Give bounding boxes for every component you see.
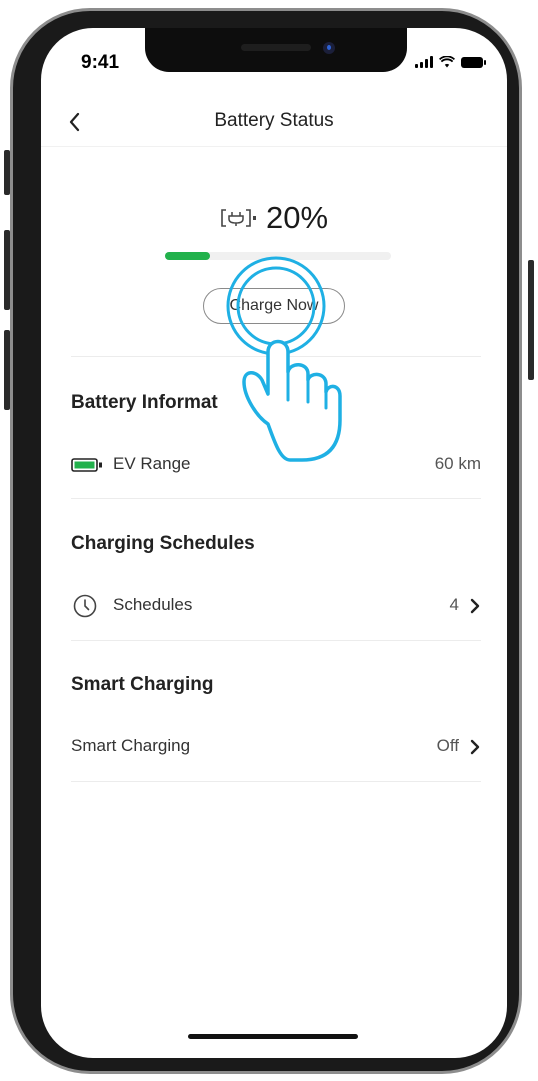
nav-header: Battery Status [41, 102, 507, 147]
phone-volume-down [4, 330, 10, 410]
status-icons [415, 54, 486, 68]
phone-power-button [528, 260, 534, 380]
charging-schedules-heading: Charging Schedules [71, 533, 255, 554]
divider [71, 356, 481, 357]
ev-battery-icon [71, 458, 102, 472]
status-time: 9:41 [81, 52, 120, 73]
home-indicator[interactable] [188, 1034, 358, 1039]
wifi-icon [439, 56, 455, 68]
front-camera [323, 42, 335, 54]
battery-percent: 20% [265, 200, 329, 235]
ev-range-label: EV Range [113, 454, 191, 473]
charge-now-button[interactable]: Charge Now [203, 288, 345, 324]
smart-charging-label: Smart Charging [71, 736, 191, 755]
smart-charging-heading: Smart Charging [71, 674, 214, 695]
schedules-count: 4 [449, 595, 459, 614]
charging-plug-icon [221, 209, 256, 227]
battery-progress-fill [165, 252, 211, 260]
signal-icon [415, 56, 433, 68]
divider [71, 640, 481, 641]
speaker-grille [241, 44, 311, 51]
ev-range-row: EV Range 60 km [71, 444, 481, 484]
status-battery-icon [461, 57, 486, 68]
battery-progress-bar [165, 252, 391, 260]
divider [71, 498, 481, 499]
chevron-right-icon [470, 598, 480, 614]
phone-volume-up [4, 230, 10, 310]
smart-charging-row[interactable]: Smart Charging Off [71, 726, 481, 766]
phone-screen: 9:41 Battery Status 20% Charge Now Batte… [41, 28, 507, 1058]
page-title: Battery Status [214, 110, 334, 131]
divider [71, 781, 481, 782]
phone-silent-switch [4, 150, 10, 195]
chevron-right-icon [470, 739, 480, 755]
smart-charging-value: Off [436, 736, 459, 755]
schedules-label: Schedules [113, 595, 193, 614]
notch [145, 28, 407, 72]
ev-range-value: 60 km [434, 454, 481, 473]
schedules-row[interactable]: Schedules 4 [71, 585, 481, 625]
battery-information-heading: Battery Informat [71, 392, 218, 413]
battery-level-row: 20% [41, 200, 507, 236]
clock-icon [73, 594, 97, 618]
